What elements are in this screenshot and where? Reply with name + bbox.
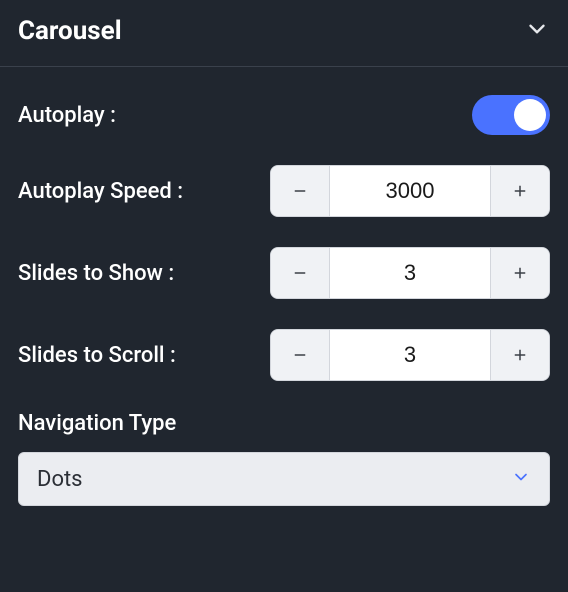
decrement-button[interactable] [271,248,329,298]
decrement-button[interactable] [271,166,329,216]
increment-button[interactable] [491,248,549,298]
chevron-down-icon [524,16,550,46]
increment-button[interactable] [491,166,549,216]
autoplay-speed-stepper [270,165,550,217]
increment-button[interactable] [491,330,549,380]
autoplay-speed-row: Autoplay Speed : [18,165,550,217]
autoplay-label: Autoplay : [18,103,116,128]
autoplay-row: Autoplay : [18,95,550,135]
slides-scroll-label: Slides to Scroll : [18,343,176,368]
slides-scroll-row: Slides to Scroll : [18,329,550,381]
navigation-type-value: Dots [37,467,83,492]
autoplay-speed-input[interactable] [329,166,491,216]
slides-scroll-stepper [270,329,550,381]
slides-show-label: Slides to Show : [18,261,174,286]
autoplay-toggle[interactable] [472,95,550,135]
panel-header[interactable]: Carousel [0,0,568,67]
panel-body: Autoplay : Autoplay Speed : Slides to Sh… [0,67,568,524]
autoplay-speed-label: Autoplay Speed : [18,179,183,204]
slides-show-input[interactable] [329,248,491,298]
decrement-button[interactable] [271,330,329,380]
slides-show-stepper [270,247,550,299]
navigation-type-select[interactable]: Dots [18,452,550,506]
slides-show-row: Slides to Show : [18,247,550,299]
toggle-knob [514,99,546,131]
navigation-type-label: Navigation Type [18,411,550,436]
chevron-down-icon [511,467,531,491]
slides-scroll-input[interactable] [329,330,491,380]
panel-title: Carousel [18,16,122,46]
